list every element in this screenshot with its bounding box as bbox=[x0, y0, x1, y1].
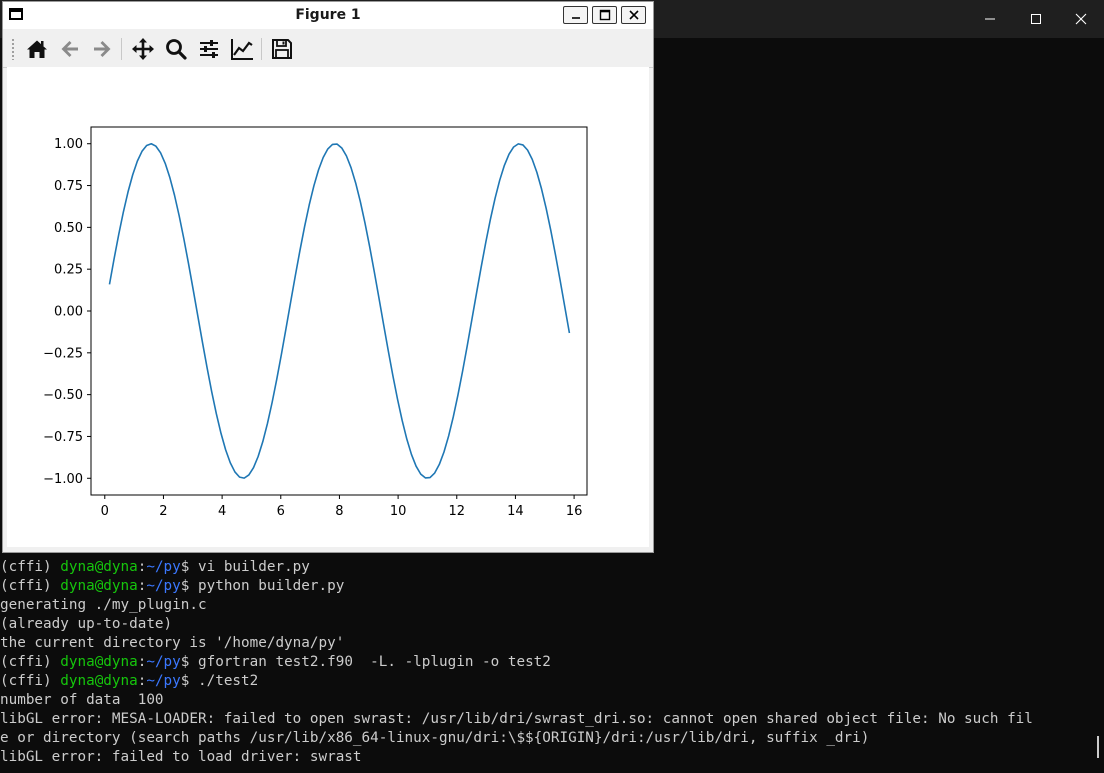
minimize-icon bbox=[985, 18, 995, 20]
configure-subplots-button[interactable] bbox=[196, 36, 222, 62]
output-text: the current directory is '/home/dyna/py' bbox=[0, 635, 345, 651]
prompt-path: ~/py bbox=[146, 654, 181, 670]
y-tick-label: 0.00 bbox=[54, 305, 83, 320]
prompt-user: dyna@dyna bbox=[60, 559, 138, 575]
output-text: (already up-to-date) bbox=[0, 616, 173, 632]
subplots-config-icon bbox=[200, 40, 218, 58]
figure-toolbar bbox=[3, 30, 653, 68]
prompt-path: ~/py bbox=[146, 673, 181, 689]
output-text: generating ./my_plugin.c bbox=[0, 597, 207, 613]
terminal-output[interactable]: (cffi) dyna@dyna:~/py$ vi builder.py (cff… bbox=[0, 558, 1104, 773]
minimize-icon bbox=[571, 17, 580, 19]
output-text: e or directory (search paths /usr/lib/x8… bbox=[0, 730, 870, 746]
forward-button[interactable] bbox=[89, 36, 115, 62]
prompt-env: (cffi) bbox=[0, 578, 61, 594]
terminal-prompt-line: (cffi) dyna@dyna:~/py$ python builder.py bbox=[0, 577, 1104, 596]
edit-axis-icon bbox=[231, 39, 253, 60]
line-chart: 0 2 4 6 8 10 12 14 16 1.00 0.75 0.50 0.25 0.00 −0.25 −0… bbox=[43, 126, 588, 519]
terminal-output-line: the current directory is '/home/dyna/py' bbox=[0, 634, 1104, 653]
prompt-user: dyna@dyna bbox=[60, 578, 138, 594]
home-icon bbox=[27, 40, 47, 58]
prompt-env: (cffi) bbox=[0, 654, 61, 670]
toolbar-separator bbox=[121, 38, 122, 60]
x-tick-label: 16 bbox=[566, 504, 583, 519]
y-tick-label: −0.50 bbox=[43, 388, 83, 403]
back-arrow-icon bbox=[61, 41, 78, 57]
y-tick-label: −0.75 bbox=[43, 430, 83, 445]
output-text: number of data 100 bbox=[0, 692, 164, 708]
terminal-output-line: e or directory (search paths /usr/lib/x8… bbox=[0, 729, 1104, 748]
back-button[interactable] bbox=[57, 36, 83, 62]
zoom-icon bbox=[166, 39, 187, 60]
figure-close-button[interactable] bbox=[621, 6, 646, 24]
terminal-minimize-button[interactable] bbox=[967, 0, 1013, 38]
prompt-path: ~/py bbox=[146, 559, 181, 575]
y-tick-label: −0.25 bbox=[43, 346, 83, 361]
forward-arrow-icon bbox=[94, 41, 111, 57]
figure-maximize-button[interactable] bbox=[592, 6, 617, 24]
figure-window: Figure 1 0 2 4 6 8 10 12 14 16 1.00 0.75… bbox=[2, 1, 654, 553]
x-tick-label: 10 bbox=[390, 504, 407, 519]
prompt-command: $ ./test2 bbox=[180, 673, 259, 689]
pan-icon bbox=[132, 38, 154, 60]
terminal-prompt-line: (cffi) dyna@dyna:~/py$ ./test2 bbox=[0, 672, 1104, 691]
terminal-prompt-line: (cffi) dyna@dyna:~/py$ vi builder.py bbox=[0, 558, 1104, 577]
maximize-icon bbox=[599, 9, 610, 21]
x-tick-label: 14 bbox=[507, 504, 524, 519]
zoom-button[interactable] bbox=[163, 36, 189, 62]
terminal-maximize-button[interactable] bbox=[1013, 0, 1059, 38]
prompt-user: dyna@dyna bbox=[60, 673, 138, 689]
figure-minimize-button[interactable] bbox=[563, 6, 588, 24]
figure-canvas[interactable]: 0 2 4 6 8 10 12 14 16 1.00 0.75 0.50 0.25 0.00 −0.25 −0… bbox=[7, 67, 649, 547]
home-button[interactable] bbox=[24, 36, 50, 62]
terminal-output-line: number of data 100 bbox=[0, 691, 1104, 710]
series-line-sin bbox=[108, 142, 571, 479]
edit-axis-button[interactable] bbox=[229, 36, 255, 62]
y-tick-label: 0.50 bbox=[54, 221, 83, 236]
figure-title: Figure 1 bbox=[295, 7, 361, 23]
prompt-env: (cffi) bbox=[0, 673, 61, 689]
terminal-cursor bbox=[1097, 736, 1099, 758]
x-tick-label: 12 bbox=[448, 504, 465, 519]
close-icon bbox=[1075, 13, 1087, 25]
save-icon bbox=[272, 39, 292, 59]
prompt-command: $ gfortran test2.f90 -L. -lplugin -o tes… bbox=[180, 654, 551, 670]
prompt-user: dyna@dyna bbox=[60, 654, 138, 670]
pan-button[interactable] bbox=[130, 36, 156, 62]
x-tick-label: 2 bbox=[159, 504, 167, 519]
y-tick-label: 0.75 bbox=[54, 179, 83, 194]
terminal-output-line: (already up-to-date) bbox=[0, 615, 1104, 634]
terminal-output-line: libGL error: MESA-LOADER: failed to open… bbox=[0, 710, 1104, 729]
terminal-output-line: libGL error: failed to load driver: swra… bbox=[0, 748, 1104, 767]
x-tick-label: 8 bbox=[335, 504, 343, 519]
y-tick-label: −1.00 bbox=[43, 472, 83, 487]
output-text: libGL error: MESA-LOADER: failed to open… bbox=[0, 711, 1033, 727]
terminal-close-button[interactable] bbox=[1058, 0, 1104, 38]
x-tick-label: 6 bbox=[277, 504, 285, 519]
output-text: libGL error: failed to load driver: swra… bbox=[0, 749, 362, 765]
prompt-command: $ python builder.py bbox=[180, 578, 345, 594]
axes-frame bbox=[90, 126, 588, 496]
prompt-path: ~/py bbox=[146, 578, 181, 594]
prompt-env: (cffi) bbox=[0, 559, 61, 575]
close-icon bbox=[628, 10, 639, 20]
prompt-command: $ vi builder.py bbox=[180, 559, 310, 575]
toolbar-grip[interactable] bbox=[11, 38, 15, 60]
figure-titlebar[interactable]: Figure 1 bbox=[3, 2, 653, 29]
save-button[interactable] bbox=[269, 36, 295, 62]
terminal-output-line: generating ./my_plugin.c bbox=[0, 596, 1104, 615]
x-tick-label: 4 bbox=[218, 504, 226, 519]
maximize-icon bbox=[1031, 14, 1041, 24]
terminal-prompt-line: (cffi) dyna@dyna:~/py$ gfortran test2.f9… bbox=[0, 653, 1104, 672]
toolbar-separator bbox=[261, 38, 262, 60]
y-tick-label: 0.25 bbox=[54, 263, 83, 278]
x-tick-label: 0 bbox=[101, 504, 109, 519]
y-tick-label: 1.00 bbox=[54, 137, 83, 152]
